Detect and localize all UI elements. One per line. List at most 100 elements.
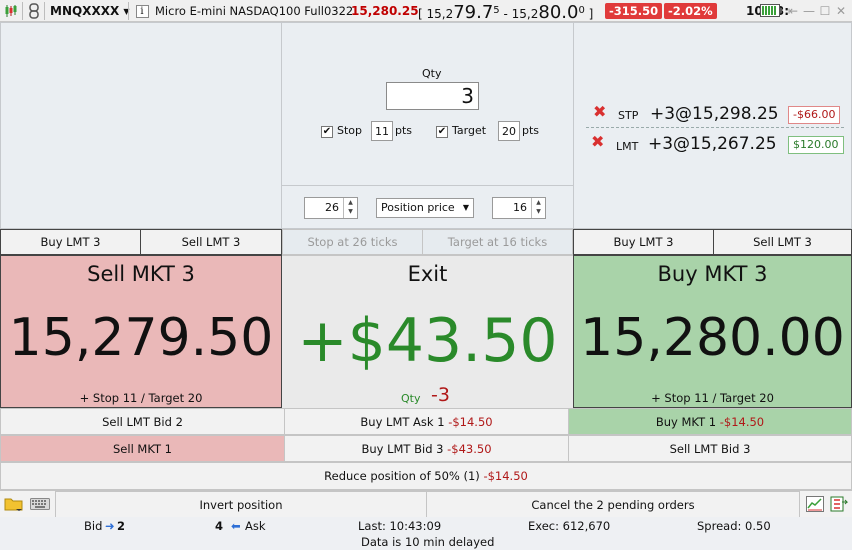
sell-mkt-1-button[interactable]: Sell MKT 1 xyxy=(0,435,285,462)
spinner-arrows-icon[interactable]: ▲ ▼ xyxy=(531,198,545,218)
offset-panel: 26 ▲ ▼ Position price ▼ 16 ▲ ▼ xyxy=(281,185,574,229)
separator xyxy=(128,2,129,20)
minimize-icon[interactable]: — xyxy=(802,4,816,18)
remove-order-icon[interactable]: ✖ xyxy=(591,134,604,150)
delay-notice: Data is 10 min delayed xyxy=(361,535,495,549)
exit-title: Exit xyxy=(407,262,448,286)
folder-icon[interactable] xyxy=(4,496,24,512)
order-type: STP xyxy=(618,109,639,122)
change-pct-badge: -2.02% xyxy=(664,3,717,19)
exec-volume: Exec: 612,670 xyxy=(528,519,611,533)
sell-mkt-bracket-note: + Stop 11 / Target 20 xyxy=(79,391,203,405)
sell-mkt-button[interactable]: Sell MKT 3 15,279.50 + Stop 11 / Target … xyxy=(0,255,282,408)
exit-button[interactable]: Exit +$43.50 Qty -3 xyxy=(282,255,573,408)
order-desc: +3@15,298.25 xyxy=(650,104,779,124)
button-label: Sell MKT 1 xyxy=(113,441,172,456)
exit-qty: -3 xyxy=(431,384,450,406)
order-pnl: $120.00 xyxy=(788,136,844,154)
ask-prefix: 15,2 xyxy=(511,7,539,21)
ask-big: 80.0 xyxy=(538,2,579,23)
close-icon[interactable]: ✕ xyxy=(834,4,848,18)
target-ticks-value: 16 xyxy=(513,201,527,214)
stop-ticks-spinner[interactable]: 26 ▲ ▼ xyxy=(304,197,358,219)
qty-label: Qty xyxy=(422,67,442,80)
buy-lmt-left-button[interactable]: Buy LMT 3 xyxy=(0,229,141,255)
button-label: Sell LMT Bid 2 xyxy=(102,414,183,429)
sell-mkt-title: Sell MKT 3 xyxy=(87,262,195,286)
reduce-position-button[interactable]: Reduce position of 50% (1) -$14.50 xyxy=(0,462,852,490)
stop-ticks-value: 26 xyxy=(325,201,339,214)
button-label: Cancel the 2 pending orders xyxy=(531,497,695,512)
button-pnl: -$43.50 xyxy=(447,441,492,456)
buy-lmt-bid-3-button[interactable]: Buy LMT Bid 3 -$43.50 xyxy=(284,435,569,462)
battery-icon xyxy=(760,4,782,17)
chart-settings-icon[interactable] xyxy=(806,496,824,512)
instrument-description: Micro E-mini NASDAQ100 Full0322 xyxy=(155,4,354,18)
button-pnl: -$14.50 xyxy=(483,469,528,483)
stop-at-ticks-button[interactable]: Stop at 26 ticks xyxy=(282,229,423,255)
bid-size: 2 xyxy=(117,519,126,533)
exit-pnl: +$43.50 xyxy=(297,306,558,376)
sell-lmt-right-button[interactable]: Sell LMT 3 xyxy=(713,229,852,255)
ask-size: 4 xyxy=(215,519,224,533)
sell-lmt-bid-2-button[interactable]: Sell LMT Bid 2 xyxy=(0,408,285,435)
button-label: Buy LMT Bid 3 xyxy=(361,441,444,456)
button-label: Buy MKT 1 xyxy=(655,414,717,429)
bid-sup: 5 xyxy=(493,5,500,16)
order-type: LMT xyxy=(616,140,639,153)
maximize-icon[interactable]: ☐ xyxy=(818,4,832,18)
chevron-down-icon: ▼ xyxy=(462,203,469,212)
button-label: Buy LMT Ask 1 xyxy=(360,414,445,429)
link-icon[interactable] xyxy=(26,3,42,19)
stop-points-input[interactable]: 11 xyxy=(371,121,393,141)
title-bar: MNQXXXX ▼ i Micro E-mini NASDAQ100 Full0… xyxy=(0,0,852,23)
button-pnl: -$14.50 xyxy=(448,414,493,429)
arrow-right-icon: ➜ xyxy=(105,519,115,533)
candlestick-icon[interactable] xyxy=(3,3,19,19)
sell-lmt-bid-3-button[interactable]: Sell LMT Bid 3 xyxy=(568,435,852,462)
symbol-label: MNQXXXX xyxy=(50,4,120,18)
price-mode-select[interactable]: Position price ▼ xyxy=(376,198,474,218)
bracket-panel: Qty 3 ✔ Stop 11 pts ✔ Target 20 pts xyxy=(281,22,574,186)
button-label: Invert position xyxy=(199,497,283,512)
ask-label: Ask xyxy=(245,519,266,533)
buy-mkt-button[interactable]: Buy MKT 3 15,280.00 + Stop 11 / Target 2… xyxy=(573,255,852,408)
pin-icon[interactable]: ⇤ xyxy=(786,4,800,18)
target-points-input[interactable]: 20 xyxy=(498,121,520,141)
button-label: Reduce position of 50% (1) xyxy=(324,469,480,483)
spinner-arrows-icon[interactable]: ▲ ▼ xyxy=(343,198,357,218)
qty-input[interactable]: 3 xyxy=(386,82,479,110)
stop-checkbox[interactable]: ✔ xyxy=(321,126,333,138)
price-mode-value: Position price xyxy=(381,201,455,214)
export-icon[interactable] xyxy=(830,496,849,512)
stop-unit: pts xyxy=(395,124,413,137)
buy-lmt-right-button[interactable]: Buy LMT 3 xyxy=(573,229,714,255)
bid-label: Bid xyxy=(84,519,103,533)
separator xyxy=(22,2,23,20)
symbol-selector[interactable]: MNQXXXX ▼ xyxy=(46,2,134,20)
stop-label: Stop xyxy=(337,124,363,137)
buy-lmt-ask-1-button[interactable]: Buy LMT Ask 1 -$14.50 xyxy=(284,408,569,435)
orders-panel: ✖ STP +3@15,298.25 -$66.00 ✖ LMT +3@15,2… xyxy=(573,22,852,229)
target-ticks-spinner[interactable]: 16 ▲ ▼ xyxy=(492,197,546,219)
target-checkbox[interactable]: ✔ xyxy=(436,126,448,138)
bid-prefix: 15,2 xyxy=(426,7,454,21)
keyboard-icon[interactable] xyxy=(30,496,50,512)
divider xyxy=(586,127,844,128)
target-unit: pts xyxy=(522,124,540,137)
remove-order-icon[interactable]: ✖ xyxy=(593,104,606,120)
cancel-orders-button[interactable]: Cancel the 2 pending orders xyxy=(426,491,800,518)
change-badge: -315.50 xyxy=(605,3,663,19)
invert-position-button[interactable]: Invert position xyxy=(55,491,427,518)
info-icon[interactable]: i xyxy=(134,3,150,19)
last-price: 15,280.25 xyxy=(351,4,419,18)
exit-qty-label: Qty xyxy=(401,392,421,405)
target-at-ticks-button[interactable]: Target at 16 ticks xyxy=(422,229,573,255)
buy-mkt-price: 15,280.00 xyxy=(580,308,845,368)
buy-mkt-1-button[interactable]: Buy MKT 1 -$14.50 xyxy=(568,408,852,435)
sell-lmt-left-button[interactable]: Sell LMT 3 xyxy=(140,229,282,255)
last-time: Last: 10:43:09 xyxy=(358,519,442,533)
sell-mkt-price: 15,279.50 xyxy=(8,308,274,368)
arrow-left-icon: ⬅ xyxy=(231,519,241,533)
button-label: Sell LMT Bid 3 xyxy=(669,441,751,456)
